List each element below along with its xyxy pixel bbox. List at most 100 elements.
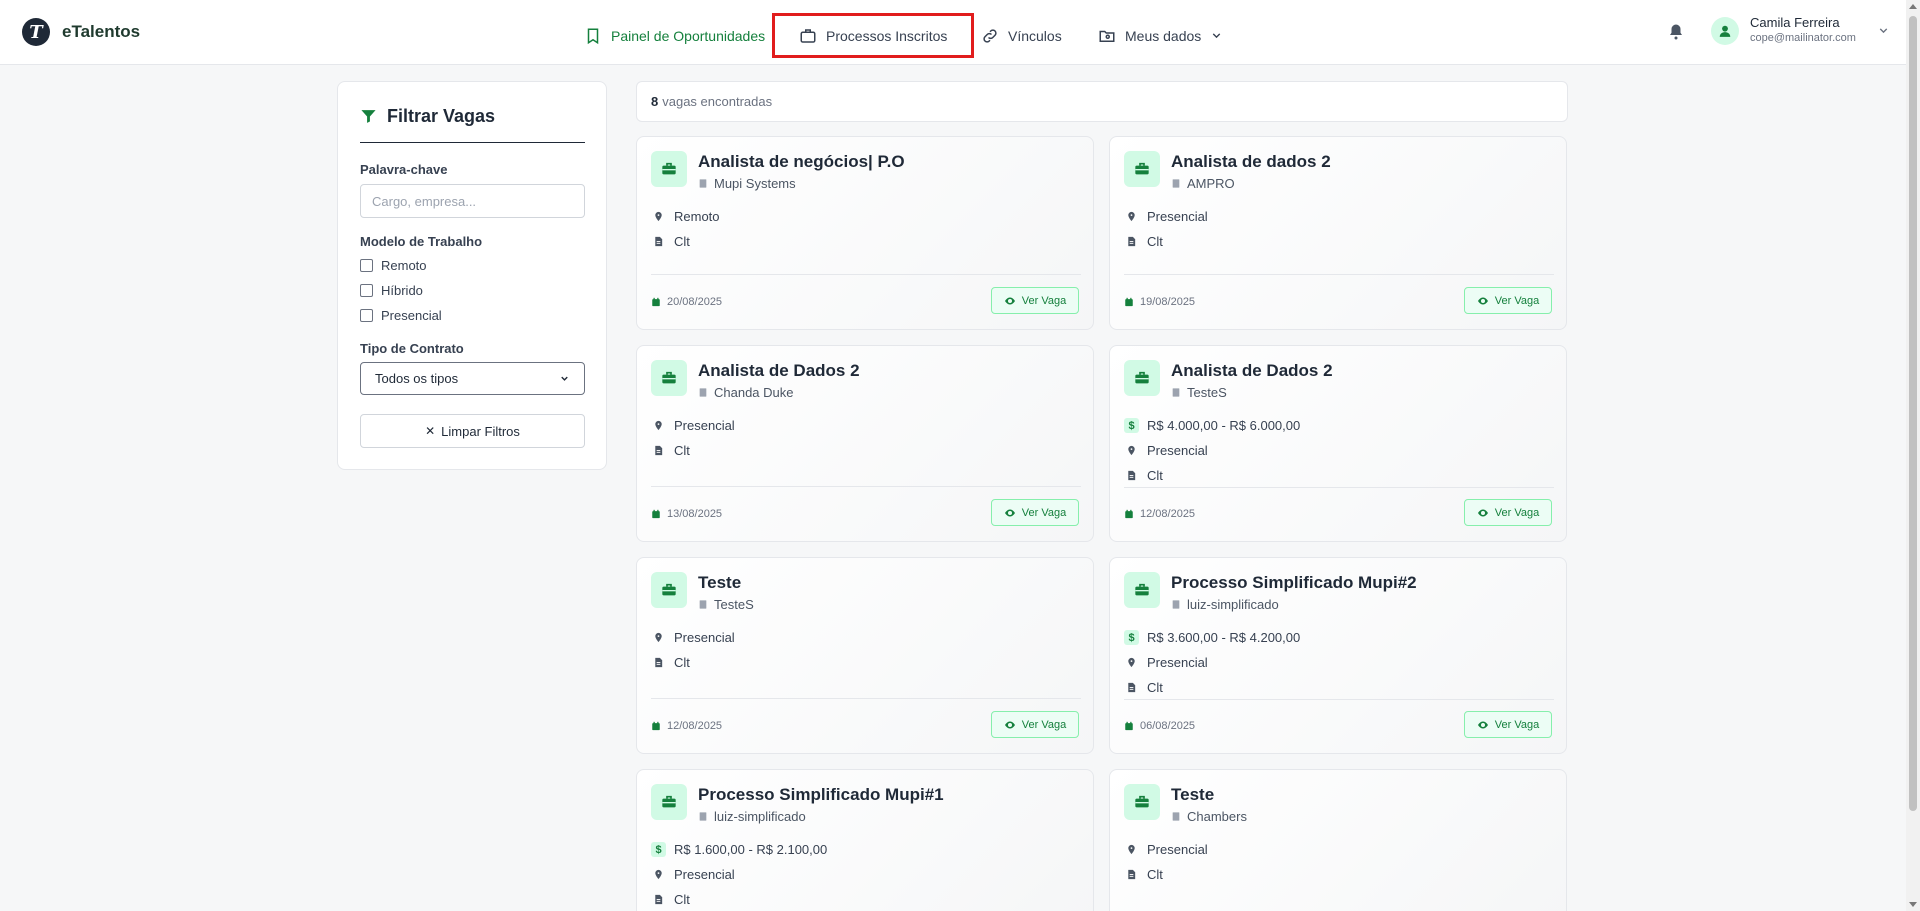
- contract-select-value: Todos os tipos: [375, 371, 459, 386]
- job-company: Chanda Duke: [698, 385, 794, 400]
- job-date: 13/08/2025: [651, 508, 722, 520]
- job-card[interactable]: Analista de Dados 2 TesteS $ R$ 4.000,00 - …: [1109, 345, 1567, 542]
- results-count: 8: [651, 94, 659, 109]
- job-work-model: Presencial: [653, 630, 735, 645]
- job-card[interactable]: Teste Chambers Presencial Clt: [1109, 769, 1567, 911]
- work-model-value: Presencial: [1147, 209, 1208, 224]
- view-job-label: Ver Vaga: [1021, 294, 1067, 307]
- job-card[interactable]: Analista de dados 2 AMPRO Presencial Clt 19/…: [1109, 136, 1567, 330]
- job-title[interactable]: Analista de dados 2: [1171, 152, 1331, 172]
- work-model-value: Presencial: [1147, 842, 1208, 857]
- checkbox-remoto[interactable]: Remoto: [360, 258, 427, 273]
- job-date: 19/08/2025: [1124, 296, 1195, 308]
- job-icon: [651, 360, 687, 396]
- briefcase-icon: [1134, 794, 1150, 810]
- eye-icon: [1004, 719, 1016, 731]
- document-icon: [1126, 470, 1137, 481]
- keyword-input[interactable]: [360, 184, 585, 218]
- view-job-button[interactable]: Ver Vaga: [1464, 287, 1552, 314]
- eye-icon: [1477, 507, 1489, 519]
- company-name: Mupi Systems: [714, 176, 796, 191]
- eye-icon: [1477, 719, 1489, 731]
- job-card[interactable]: Teste TesteS Presencial Clt 12/08/2025 Ver Va…: [636, 557, 1094, 754]
- checkbox-hibrido[interactable]: Híbrido: [360, 283, 423, 298]
- nav-processos-label: Processos Inscritos: [826, 27, 948, 44]
- document-icon: [653, 657, 664, 668]
- job-title[interactable]: Analista de Dados 2: [698, 361, 860, 381]
- view-job-button[interactable]: Ver Vaga: [991, 499, 1079, 526]
- job-title[interactable]: Processo Simplificado Mupi#2: [1171, 573, 1417, 593]
- checkbox-label: Híbrido: [381, 283, 423, 298]
- work-model-value: Presencial: [1147, 443, 1208, 458]
- divider: [651, 486, 1081, 487]
- contract-select[interactable]: Todos os tipos: [360, 362, 585, 395]
- document-icon: [653, 236, 664, 247]
- dollar-icon: $: [651, 842, 666, 857]
- results-count-bar: 8 vagas encontradas: [636, 81, 1568, 122]
- salary-value: R$ 1.600,00 - R$ 2.100,00: [674, 842, 828, 857]
- nav-vinculos[interactable]: Vínculos: [981, 14, 1062, 57]
- scroll-up-arrow[interactable]: [1909, 4, 1917, 9]
- chevron-down-icon: [1213, 33, 1221, 39]
- page-scrollbar[interactable]: [1906, 0, 1920, 911]
- job-title[interactable]: Processo Simplificado Mupi#1: [698, 785, 944, 805]
- view-job-label: Ver Vaga: [1021, 718, 1067, 731]
- job-salary: $ R$ 1.600,00 - R$ 2.100,00: [651, 842, 828, 857]
- user-menu[interactable]: Camila Ferreira cope@mailinator.com: [1711, 15, 1890, 46]
- job-title[interactable]: Teste: [698, 573, 741, 593]
- job-title[interactable]: Analista de negócios| P.O: [698, 152, 905, 172]
- nav-meus-dados[interactable]: Meus dados: [1098, 14, 1223, 57]
- app-logo[interactable]: T eTalentos: [22, 18, 140, 46]
- job-icon: [651, 572, 687, 608]
- work-model-value: Presencial: [674, 630, 735, 645]
- eye-icon: [1004, 295, 1016, 307]
- user-email: cope@mailinator.com: [1750, 32, 1856, 44]
- calendar-icon: [1124, 297, 1134, 307]
- job-contract: Clt: [1126, 680, 1163, 695]
- job-card[interactable]: Processo Simplificado Mupi#2 luiz-simplif…: [1109, 557, 1567, 754]
- view-job-button[interactable]: Ver Vaga: [1464, 711, 1552, 738]
- job-contract: Clt: [653, 655, 690, 670]
- building-icon: [698, 387, 708, 398]
- calendar-icon: [1124, 721, 1134, 731]
- briefcase-icon: [661, 161, 677, 177]
- contract-value: Clt: [1147, 867, 1163, 882]
- checkbox-box[interactable]: [360, 259, 373, 272]
- checkbox-box[interactable]: [360, 284, 373, 297]
- salary-value: R$ 4.000,00 - R$ 6.000,00: [1147, 418, 1301, 433]
- dollar-icon: $: [1124, 630, 1139, 645]
- clear-filters-button[interactable]: ✕ Limpar Filtros: [360, 414, 585, 448]
- job-title[interactable]: Teste: [1171, 785, 1214, 805]
- building-icon: [1171, 387, 1181, 398]
- funnel-icon: [361, 110, 376, 123]
- nav-painel-oportunidades[interactable]: Painel de Oportunidades: [584, 14, 765, 57]
- filter-panel: Filtrar Vagas Palavra-chave Modelo de Tr…: [337, 81, 607, 470]
- map-pin-icon: [1126, 445, 1137, 456]
- company-name: TesteS: [1187, 385, 1227, 400]
- job-company: TesteS: [1171, 385, 1227, 400]
- document-icon: [653, 445, 664, 456]
- view-job-button[interactable]: Ver Vaga: [991, 711, 1079, 738]
- briefcase-icon: [661, 794, 677, 810]
- job-card[interactable]: Analista de Dados 2 Chanda Duke Presencial…: [636, 345, 1094, 542]
- view-job-button[interactable]: Ver Vaga: [991, 287, 1079, 314]
- calendar-icon: [651, 509, 661, 519]
- checkbox-box[interactable]: [360, 309, 373, 322]
- nav-processos-inscritos[interactable]: Processos Inscritos: [772, 13, 975, 58]
- job-salary: $ R$ 3.600,00 - R$ 4.200,00: [1124, 630, 1301, 645]
- scroll-thumb[interactable]: [1909, 16, 1917, 811]
- job-date: 20/08/2025: [651, 296, 722, 308]
- job-card[interactable]: Processo Simplificado Mupi#1 luiz-simplif…: [636, 769, 1094, 911]
- briefcase-icon: [1134, 161, 1150, 177]
- bell-icon[interactable]: [1667, 22, 1685, 42]
- job-date: 12/08/2025: [1124, 508, 1195, 520]
- job-title[interactable]: Analista de Dados 2: [1171, 361, 1333, 381]
- scroll-down-arrow[interactable]: [1909, 902, 1917, 907]
- salary-value: R$ 3.600,00 - R$ 4.200,00: [1147, 630, 1301, 645]
- user-name: Camila Ferreira: [1750, 15, 1840, 30]
- document-icon: [1126, 236, 1137, 247]
- job-company: Mupi Systems: [698, 176, 796, 191]
- view-job-button[interactable]: Ver Vaga: [1464, 499, 1552, 526]
- job-card[interactable]: Analista de negócios| P.O Mupi Systems Rem…: [636, 136, 1094, 330]
- checkbox-presencial[interactable]: Presencial: [360, 308, 442, 323]
